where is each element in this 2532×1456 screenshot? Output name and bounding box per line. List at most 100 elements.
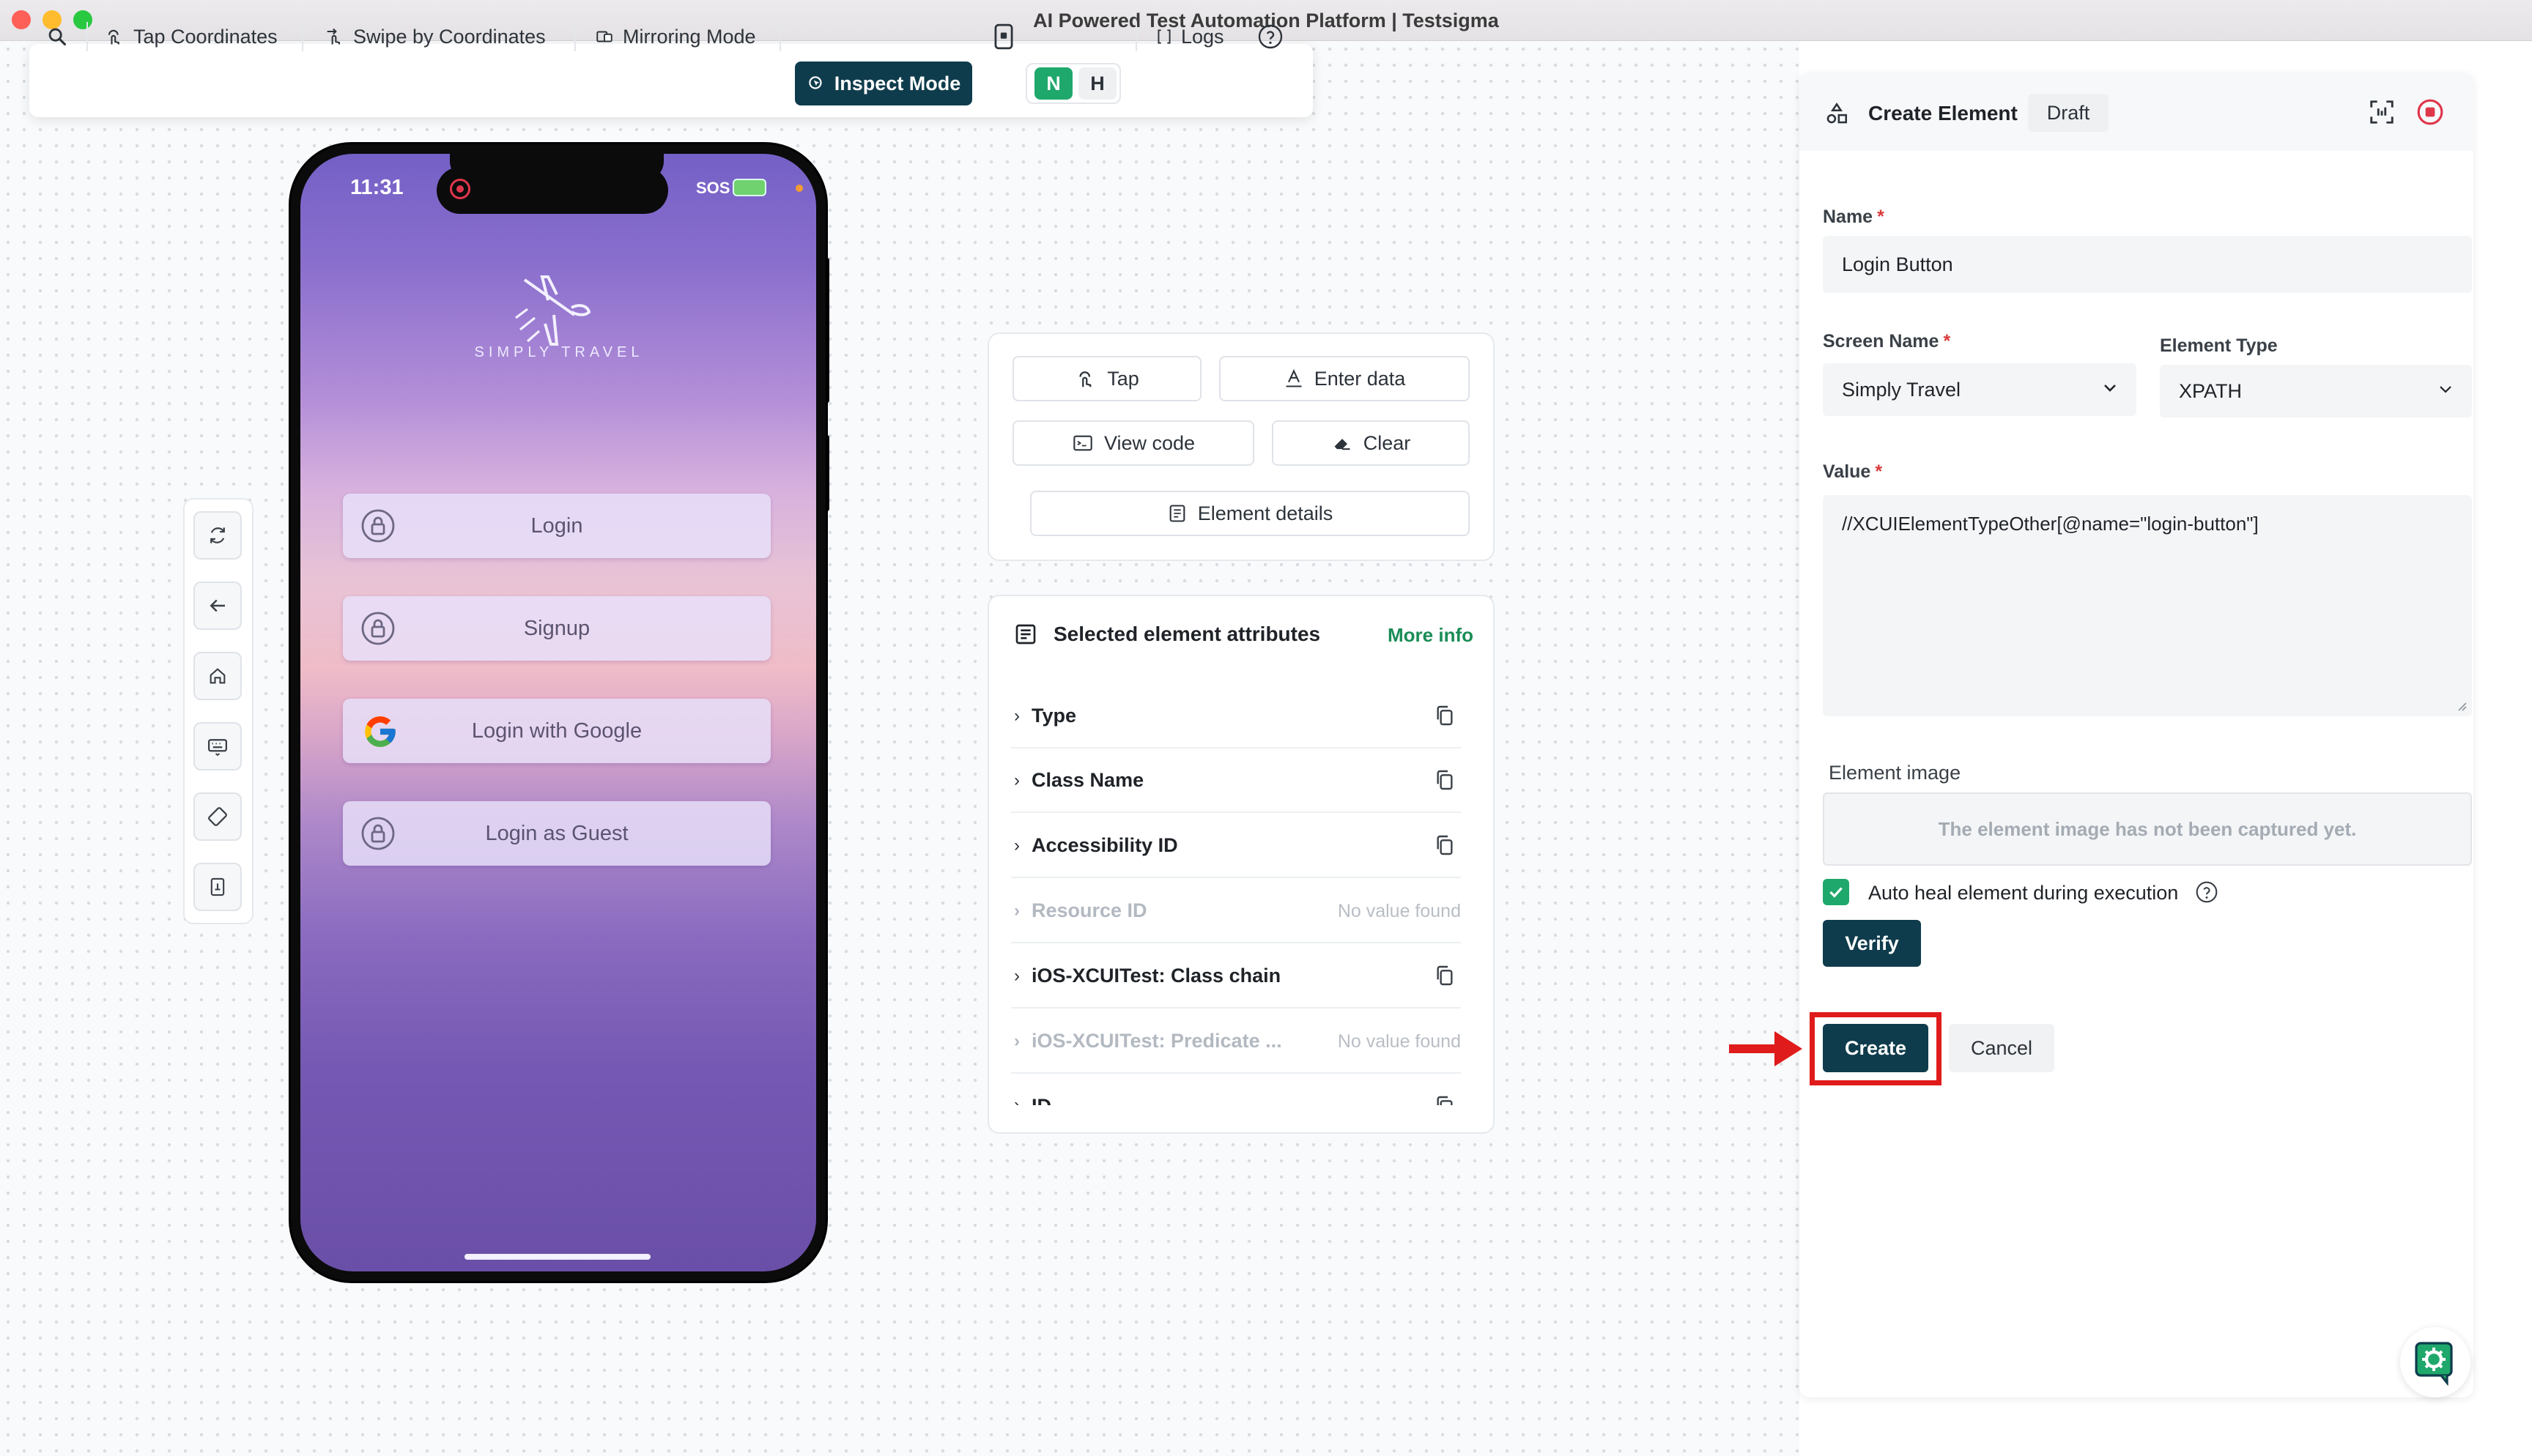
rotate-button[interactable] — [193, 792, 242, 841]
hybrid-mode-button[interactable]: H — [1078, 67, 1117, 100]
status-bar-sos: SOS — [696, 179, 730, 197]
screen-name-value: Simply Travel — [1842, 378, 1961, 401]
checkmark-icon — [1829, 887, 1843, 898]
attribute-name: Type — [1032, 705, 1077, 727]
code-window-icon — [1073, 435, 1092, 451]
chevron-right-icon: › — [1014, 836, 1020, 855]
tap-coordinates-label: Tap Coordinates — [133, 25, 278, 48]
toolbar-divider — [1136, 22, 1137, 51]
device-controls-sidebar — [183, 498, 253, 924]
document-icon — [1169, 505, 1185, 522]
chevron-down-icon — [2440, 386, 2451, 393]
assistant-button[interactable] — [2400, 1327, 2470, 1397]
swipe-by-coordinates-button[interactable]: Swipe by Coordinates — [324, 18, 546, 56]
no-value-text: No value found — [1337, 1031, 1461, 1052]
inspect-mode-button[interactable]: Inspect Mode — [795, 62, 972, 105]
element-details-button[interactable]: Element details — [1030, 491, 1470, 536]
attribute-row-id[interactable]: › ID — [1011, 1074, 1461, 1105]
draft-badge: Draft — [2028, 94, 2109, 132]
attribute-name: Accessibility ID — [1032, 834, 1178, 856]
shapes-icon — [1826, 102, 1848, 124]
help-icon — [1258, 24, 1283, 49]
privacy-indicator-icon — [796, 185, 803, 192]
info-help-icon[interactable] — [2195, 880, 2218, 904]
toolbar-divider — [86, 22, 88, 51]
required-mark: * — [1943, 331, 1951, 352]
install-app-button[interactable] — [193, 863, 242, 911]
copy-icon[interactable] — [1433, 963, 1456, 988]
home-icon — [210, 668, 226, 684]
chevron-right-icon: › — [1014, 770, 1020, 790]
tap-icon — [108, 29, 119, 45]
name-label-text: Name — [1823, 207, 1873, 227]
attribute-row-class-chain[interactable]: › iOS-XCUITest: Class chain — [1011, 944, 1461, 1009]
attribute-row-predicate: › iOS-XCUITest: Predicate ... No value f… — [1011, 1009, 1461, 1074]
name-label: Name * — [1823, 207, 1884, 228]
search-button[interactable] — [47, 18, 67, 56]
keyboard-button[interactable] — [193, 722, 242, 770]
cancel-button[interactable]: Cancel — [1949, 1024, 2054, 1072]
lock-icon — [361, 509, 395, 543]
screen-name-select[interactable]: Simply Travel — [1823, 363, 2136, 416]
resize-handle-icon[interactable] — [2454, 699, 2468, 712]
lock-icon — [361, 612, 395, 645]
value-label-text: Value — [1823, 461, 1871, 482]
element-image-placeholder: The element image has not been captured … — [1823, 792, 2472, 866]
attribute-name: iOS-XCUITest: Predicate ... — [1032, 1030, 1282, 1052]
app-brand-name: SIMPLY TRAVEL — [474, 344, 644, 360]
more-info-link[interactable]: More info — [1388, 624, 1473, 647]
create-button[interactable]: Create — [1823, 1024, 1928, 1072]
chevron-right-icon: › — [1014, 1095, 1020, 1105]
app-signup-button[interactable]: Signup — [343, 596, 771, 661]
toolbar-divider — [574, 22, 576, 51]
clear-button[interactable]: Clear — [1272, 420, 1470, 466]
screen-name-label-text: Screen Name — [1823, 331, 1939, 352]
app-google-login-label: Login with Google — [471, 719, 643, 743]
view-code-button[interactable]: View code — [1013, 420, 1254, 466]
copy-icon[interactable] — [1433, 703, 1456, 728]
stop-recording-icon[interactable] — [2416, 98, 2444, 126]
attribute-row-class-name[interactable]: › Class Name — [1011, 749, 1461, 813]
attribute-row-type[interactable]: › Type — [1011, 684, 1461, 749]
lock-icon — [361, 817, 395, 850]
value-textarea[interactable]: //XCUIElementTypeOther[@name="login-butt… — [1823, 495, 2472, 716]
attributes-list-icon — [1015, 624, 1036, 645]
element-image-label: Element image — [1829, 762, 1961, 784]
capture-screen-icon[interactable] — [2368, 98, 2396, 126]
home-indicator — [464, 1254, 651, 1260]
app-login-button[interactable]: Login — [343, 494, 771, 558]
screen-name-label: Screen Name * — [1823, 331, 1950, 352]
auto-heal-checkbox[interactable] — [1823, 879, 1849, 905]
verify-button[interactable]: Verify — [1823, 920, 1921, 967]
tap-icon — [1079, 371, 1092, 387]
chevron-right-icon: › — [1014, 966, 1020, 986]
logs-button[interactable]: Logs — [1156, 18, 1224, 56]
native-mode-button[interactable]: N — [1034, 67, 1073, 100]
app-google-login-button[interactable]: Login with Google — [343, 699, 771, 763]
device-canvas — [0, 41, 1799, 1456]
airplane-logo-icon — [515, 275, 591, 346]
copy-icon[interactable] — [1433, 768, 1456, 792]
inspect-icon — [808, 76, 822, 89]
device-orientation-button[interactable] — [993, 18, 1014, 56]
chevron-right-icon: › — [1014, 1031, 1020, 1051]
copy-icon[interactable] — [1433, 1093, 1456, 1105]
attribute-name: iOS-XCUITest: Class chain — [1032, 965, 1281, 987]
help-button[interactable] — [1257, 18, 1284, 56]
back-button[interactable] — [193, 582, 242, 630]
rotate-device-icon — [208, 807, 227, 826]
home-button[interactable] — [193, 652, 242, 700]
reload-button[interactable] — [193, 511, 242, 560]
enter-data-button[interactable]: Enter data — [1219, 356, 1470, 401]
element-type-select[interactable]: XPATH — [2160, 365, 2472, 417]
mirroring-mode-button[interactable]: Mirroring Mode — [595, 18, 756, 56]
tap-action-button[interactable]: Tap — [1013, 356, 1202, 401]
name-input[interactable]: Login Button — [1823, 236, 2472, 293]
tap-coordinates-button[interactable]: Tap Coordinates — [104, 18, 278, 56]
chevron-right-icon: › — [1014, 901, 1020, 921]
copy-icon[interactable] — [1433, 833, 1456, 858]
attribute-row-accessibility-id[interactable]: › Accessibility ID — [1011, 814, 1461, 878]
app-guest-login-button[interactable]: Login as Guest — [343, 801, 771, 866]
mirroring-icon — [596, 31, 612, 42]
app-signup-label: Signup — [523, 617, 591, 640]
